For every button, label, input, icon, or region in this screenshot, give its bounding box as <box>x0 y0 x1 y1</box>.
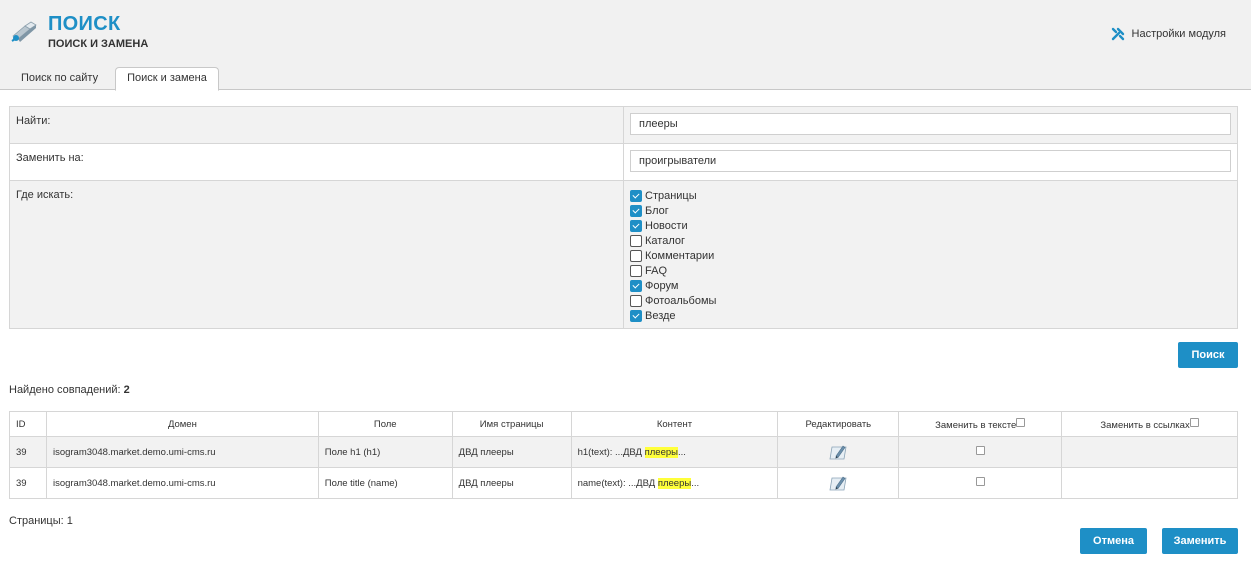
option-label: Комментарии <box>645 249 715 262</box>
col-content: Контент <box>570 411 779 437</box>
checkbox[interactable] <box>630 309 642 322</box>
replace-label: Заменить на: <box>10 144 624 180</box>
cell-id: 39 <box>9 436 47 468</box>
option-label: Новости <box>645 219 688 232</box>
cell-page-name: ДВД плееры <box>451 436 572 468</box>
option-forum[interactable]: Форум <box>630 278 1231 293</box>
where-label: Где искать: <box>10 181 624 328</box>
option-label: Страницы <box>645 189 697 202</box>
col-replace-text-label: Заменить в тексте <box>935 419 1017 431</box>
replace-button[interactable]: Заменить <box>1162 528 1238 554</box>
col-replace-links: Заменить в ссылках <box>1061 411 1238 437</box>
select-all-replace-links-checkbox[interactable] <box>1189 417 1199 427</box>
checkbox[interactable] <box>630 249 642 262</box>
tab-site-search[interactable]: Поиск по сайту <box>10 68 109 90</box>
content-suffix: ... <box>677 446 686 458</box>
table-header: ID Домен Поле Имя страницы Контент Редак… <box>9 411 1238 437</box>
option-label: Фотоальбомы <box>645 294 717 307</box>
page-title: ПОИСК <box>48 13 121 35</box>
cell-domain: isogram3048.market.demo.umi-cms.ru <box>45 436 319 468</box>
select-all-replace-text-checkbox[interactable] <box>1016 417 1026 427</box>
checkbox[interactable] <box>630 219 642 232</box>
option-label: Везде <box>645 309 676 322</box>
option-catalog[interactable]: Каталог <box>630 233 1231 248</box>
find-label: Найти: <box>10 107 624 143</box>
content-prefix: name(text): ...ДВД <box>577 477 658 489</box>
option-pages[interactable]: Страницы <box>630 188 1231 203</box>
replace-row: Заменить на: <box>10 144 1237 181</box>
table-row: 39 isogram3048.market.demo.umi-cms.ru По… <box>9 467 1238 499</box>
cell-id: 39 <box>9 467 47 499</box>
settings-label: Настройки модуля <box>1131 28 1226 40</box>
option-news[interactable]: Новости <box>630 218 1231 233</box>
edit-pencil-icon[interactable] <box>828 443 848 461</box>
cell-replace-links <box>1061 467 1238 499</box>
pagination-label: Страницы: 1 <box>9 515 73 527</box>
results-table: ID Домен Поле Имя страницы Контент Редак… <box>9 411 1238 499</box>
cell-content: name(text): ...ДВД плееры... <box>570 467 779 499</box>
cell-replace-links <box>1061 436 1238 468</box>
cell-page-name: ДВД плееры <box>451 467 572 499</box>
col-replace-links-label: Заменить в ссылках <box>1100 419 1190 431</box>
option-comments[interactable]: Комментарии <box>630 248 1231 263</box>
option-faq[interactable]: FAQ <box>630 263 1231 278</box>
checkbox[interactable] <box>630 204 642 217</box>
search-module-icon <box>11 21 37 42</box>
cell-replace-text <box>898 436 1063 468</box>
module-settings-link[interactable]: Настройки модуля <box>1111 27 1226 41</box>
checkbox[interactable] <box>630 294 642 307</box>
checkbox[interactable] <box>630 189 642 202</box>
option-label: Блог <box>645 204 669 217</box>
content-match-highlight: плееры <box>657 477 692 489</box>
content-suffix: ... <box>691 477 700 489</box>
replace-text-checkbox[interactable] <box>975 445 985 455</box>
wrench-icon <box>1111 27 1124 41</box>
checkbox[interactable] <box>630 279 642 292</box>
content-match-highlight: плееры <box>644 446 678 458</box>
cell-content: h1(text): ...ДВД плееры... <box>570 436 779 468</box>
option-label: Форум <box>645 279 679 292</box>
edit-pencil-icon[interactable] <box>828 474 848 492</box>
col-edit: Редактировать <box>777 411 900 437</box>
find-input[interactable] <box>630 113 1231 135</box>
find-row: Найти: <box>10 107 1237 144</box>
replace-text-checkbox[interactable] <box>975 476 985 486</box>
page-subtitle: ПОИСК И ЗАМЕНА <box>48 38 149 50</box>
cell-replace-text <box>898 467 1063 499</box>
col-field: Поле <box>317 411 453 437</box>
checkbox[interactable] <box>630 264 642 277</box>
option-label: FAQ <box>645 264 668 277</box>
cell-edit <box>777 467 900 499</box>
option-blog[interactable]: Блог <box>630 203 1231 218</box>
replace-input[interactable] <box>630 150 1231 172</box>
cancel-button[interactable]: Отмена <box>1080 528 1147 554</box>
search-replace-form: Найти: Заменить на: Где искать: Страницы… <box>9 106 1238 329</box>
content-prefix: h1(text): ...ДВД <box>577 446 645 458</box>
cell-field: Поле h1 (h1) <box>317 436 453 468</box>
col-id: ID <box>9 411 47 437</box>
tab-search-replace[interactable]: Поиск и замена <box>115 67 219 91</box>
where-row: Где искать: Страницы Блог Новости Катало… <box>10 181 1237 328</box>
cell-field: Поле title (name) <box>317 467 453 499</box>
found-number: 2 <box>123 384 130 396</box>
option-photoalbums[interactable]: Фотоальбомы <box>630 293 1231 308</box>
col-domain: Домен <box>45 411 319 437</box>
option-label: Каталог <box>645 234 685 247</box>
where-options: Страницы Блог Новости Каталог Комментари… <box>630 187 1231 323</box>
module-header: ПОИСК ПОИСК И ЗАМЕНА Настройки модуля По… <box>0 0 1251 91</box>
option-everywhere[interactable]: Везде <box>630 308 1231 323</box>
found-count: Найдено совпадений: 2 <box>9 384 130 396</box>
cell-domain: isogram3048.market.demo.umi-cms.ru <box>45 467 319 499</box>
search-button[interactable]: Поиск <box>1178 342 1238 368</box>
cell-edit <box>777 436 900 468</box>
col-replace-text: Заменить в тексте <box>898 411 1063 437</box>
found-label: Найдено совпадений: <box>9 384 121 396</box>
checkbox[interactable] <box>630 234 642 247</box>
table-row: 39 isogram3048.market.demo.umi-cms.ru По… <box>9 436 1238 468</box>
col-page-name: Имя страницы <box>451 411 572 437</box>
tab-bar: Поиск по сайту Поиск и замена <box>10 67 219 91</box>
